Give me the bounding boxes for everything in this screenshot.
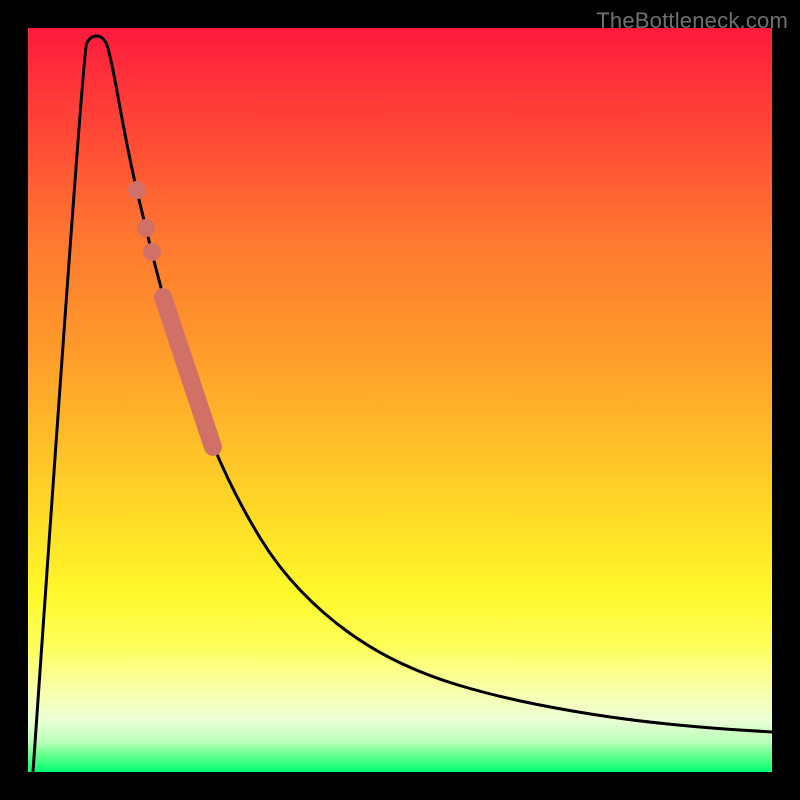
highlight-dot (128, 181, 146, 199)
watermark-text: TheBottleneck.com (596, 8, 788, 34)
curve-layer (28, 28, 772, 772)
plot-area (28, 28, 772, 772)
bottleneck-curve-path (33, 36, 772, 772)
highlight-dot (143, 243, 161, 261)
highlight-dots-group (128, 181, 161, 261)
highlight-band-path (163, 297, 213, 447)
highlight-dot (137, 219, 155, 237)
